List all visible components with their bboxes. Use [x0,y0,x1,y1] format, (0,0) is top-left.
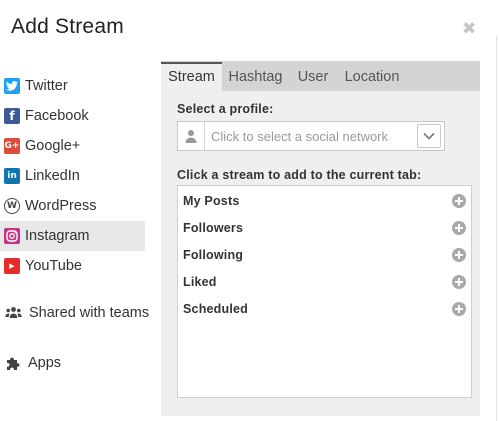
youtube-icon: ▶ [4,258,20,274]
network-item-instagram[interactable]: Instagram [0,221,145,251]
stream-item-scheduled[interactable]: Scheduled [183,299,466,319]
network-item-twitter[interactable]: Twitter [0,71,145,101]
apps-label: Apps [28,355,62,371]
network-label: WordPress [25,198,97,214]
stream-label: Following [183,248,244,262]
puzzle-icon [5,355,21,371]
network-item-youtube[interactable]: ▶ YouTube [0,251,145,281]
chevron-down-icon[interactable] [417,124,441,148]
linkedin-icon: in [4,168,20,184]
shared-with-teams-item[interactable]: Shared with teams [5,305,149,321]
person-icon [178,122,205,150]
network-label: Instagram [25,228,90,244]
network-item-wordpress[interactable]: W WordPress [0,191,145,221]
network-list: Twitter f Facebook G+ Google+ in LinkedI… [0,71,145,281]
network-label: Google+ [25,138,81,154]
stream-label: Followers [183,221,244,235]
add-circle-icon[interactable] [452,302,466,316]
apps-item[interactable]: Apps [5,355,61,371]
wordpress-icon: W [4,198,20,214]
stream-item-followers[interactable]: Followers [183,218,466,238]
network-item-google-plus[interactable]: G+ Google+ [0,131,145,161]
tab-bar: Stream Hashtag User Location [161,61,480,91]
dialog-divider [496,36,497,421]
network-item-facebook[interactable]: f Facebook [0,101,145,131]
stream-list-label: Click a stream to add to the current tab… [177,168,422,182]
tab-stream[interactable]: Stream [161,62,222,91]
tab-hashtag[interactable]: Hashtag [224,62,287,91]
shared-with-teams-label: Shared with teams [29,305,150,321]
add-circle-icon[interactable] [452,275,466,289]
tab-user[interactable]: User [293,62,333,91]
network-label: LinkedIn [25,168,80,184]
close-icon[interactable]: ✖ [462,19,476,39]
twitter-icon [4,78,20,94]
stream-label: Liked [183,275,217,289]
stream-item-following[interactable]: Following [183,245,466,265]
stream-label: My Posts [183,194,240,208]
add-circle-icon[interactable] [452,221,466,235]
profile-select[interactable]: Click to select a social network [177,121,445,151]
select-profile-label: Select a profile: [177,102,274,116]
facebook-icon: f [4,108,20,124]
instagram-icon [4,228,20,244]
stream-item-my-posts[interactable]: My Posts [183,191,466,211]
dialog-title: Add Stream [11,15,124,38]
network-label: YouTube [25,258,82,274]
stream-list: My Posts Followers Following Liked Sched… [177,185,472,398]
profile-select-placeholder: Click to select a social network [211,128,389,144]
stream-panel: Stream Hashtag User Location Select a pr… [161,61,480,416]
stream-label: Scheduled [183,302,249,316]
stream-item-liked[interactable]: Liked [183,272,466,292]
tab-location[interactable]: Location [338,62,406,91]
network-label: Twitter [25,78,68,94]
team-icon [5,306,22,320]
google-plus-icon: G+ [4,138,20,154]
network-label: Facebook [25,108,89,124]
network-item-linkedin[interactable]: in LinkedIn [0,161,145,191]
add-circle-icon[interactable] [452,248,466,262]
add-circle-icon[interactable] [452,194,466,208]
